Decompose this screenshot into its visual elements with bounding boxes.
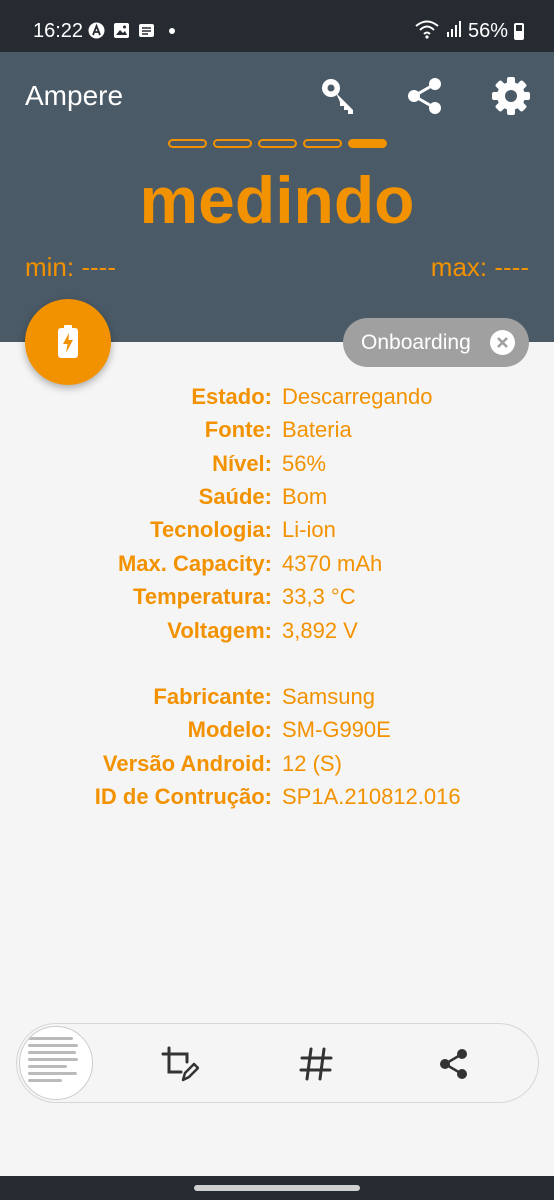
key-icon	[322, 79, 353, 114]
info-row: Tecnologia: Li-ion	[0, 517, 554, 547]
screenshot-thumbnail[interactable]	[19, 1026, 93, 1100]
hashtag-icon	[299, 1047, 333, 1081]
info-value: 33,3 °C	[282, 584, 356, 609]
crop-edit-icon	[161, 1046, 199, 1082]
info-label: Estado:	[191, 384, 272, 409]
key-button[interactable]	[317, 74, 361, 118]
status-bar: 16:22 56%	[0, 0, 554, 52]
info-row: Versão Android: 12 (S)	[0, 751, 554, 781]
toolbar-share-button[interactable]	[432, 1042, 476, 1086]
dot-icon	[169, 27, 175, 34]
info-value: Li-ion	[282, 517, 336, 542]
wifi-icon	[414, 19, 440, 44]
info-value: Descarregando	[282, 384, 433, 409]
status-time: 16:22	[33, 20, 84, 42]
onboarding-chip[interactable]: Onboarding	[343, 318, 529, 367]
info-row: Modelo: SM-G990E	[0, 717, 554, 747]
progress-dash	[258, 139, 297, 148]
info-row: Max. Capacity: 4370 mAh	[0, 551, 554, 581]
info-value: Bateria	[282, 417, 352, 442]
battery-percent: 56%	[467, 20, 508, 42]
a-circle-icon	[88, 22, 105, 39]
info-label: Versão Android:	[102, 751, 272, 776]
hashtag-button[interactable]	[294, 1042, 338, 1086]
share-icon	[440, 1049, 467, 1079]
close-icon[interactable]	[490, 330, 515, 355]
progress-dash-active	[348, 139, 387, 148]
share-icon	[408, 78, 441, 114]
info-row: Temperatura: 33,3 °C	[0, 584, 554, 614]
info-row: Estado: Descarregando	[0, 384, 554, 414]
info-label: Nível:	[212, 451, 272, 476]
info-row: Saúde: Bom	[0, 484, 554, 514]
navigation-bar	[0, 1176, 554, 1200]
info-label: Voltagem:	[167, 618, 272, 643]
header-share-button[interactable]	[403, 74, 447, 118]
info-value: SM-G990E	[282, 717, 391, 742]
info-value: 3,892 V	[282, 618, 358, 643]
chip-label: Onboarding	[361, 330, 471, 354]
info-row: ID de Contrução: SP1A.210812.016	[0, 784, 554, 814]
progress-dashes	[168, 139, 387, 148]
info-row: Nível: 56%	[0, 451, 554, 481]
info-label: Fonte:	[204, 417, 272, 442]
info-row: Voltagem: 3,892 V	[0, 618, 554, 648]
info-label: Tecnologia:	[150, 517, 272, 542]
info-label: ID de Contrução:	[94, 784, 272, 809]
progress-dash	[213, 139, 252, 148]
max-label: max: ----	[430, 252, 529, 282]
crop-edit-button[interactable]	[157, 1042, 201, 1086]
info-label: Fabricante:	[153, 684, 272, 709]
signal-icon	[446, 20, 462, 43]
image-icon	[113, 22, 130, 39]
battery-icon	[514, 23, 524, 40]
info-value: 12 (S)	[282, 751, 342, 776]
info-value: Samsung	[282, 684, 375, 709]
info-label: Modelo:	[187, 717, 272, 742]
system-icons: 56%	[414, 19, 524, 44]
app-header: Ampere medindo min: ---- max: ----	[0, 52, 554, 342]
battery-charging-icon	[58, 325, 78, 358]
info-value: Bom	[282, 484, 328, 509]
info-value: 4370 mAh	[282, 551, 383, 576]
progress-dash	[168, 139, 207, 148]
info-label: Saúde:	[198, 484, 272, 509]
measurement-value: medindo	[139, 163, 415, 237]
info-value: 56%	[282, 451, 327, 476]
news-icon	[138, 22, 155, 39]
info-label: Temperatura:	[133, 584, 272, 609]
info-label: Max. Capacity:	[117, 551, 272, 576]
min-label: min: ----	[25, 252, 116, 282]
info-row: Fonte: Bateria	[0, 417, 554, 447]
info-row: Fabricante: Samsung	[0, 684, 554, 714]
home-gesture-pill[interactable]	[194, 1185, 360, 1191]
info-value: SP1A.210812.016	[282, 784, 461, 809]
progress-dash	[303, 139, 342, 148]
gear-icon	[492, 77, 530, 115]
screenshot-toolbar	[16, 1023, 539, 1103]
settings-button[interactable]	[489, 74, 533, 118]
notification-icons	[88, 22, 175, 39]
battery-fab[interactable]	[25, 299, 111, 385]
app-title: Ampere	[25, 80, 124, 111]
